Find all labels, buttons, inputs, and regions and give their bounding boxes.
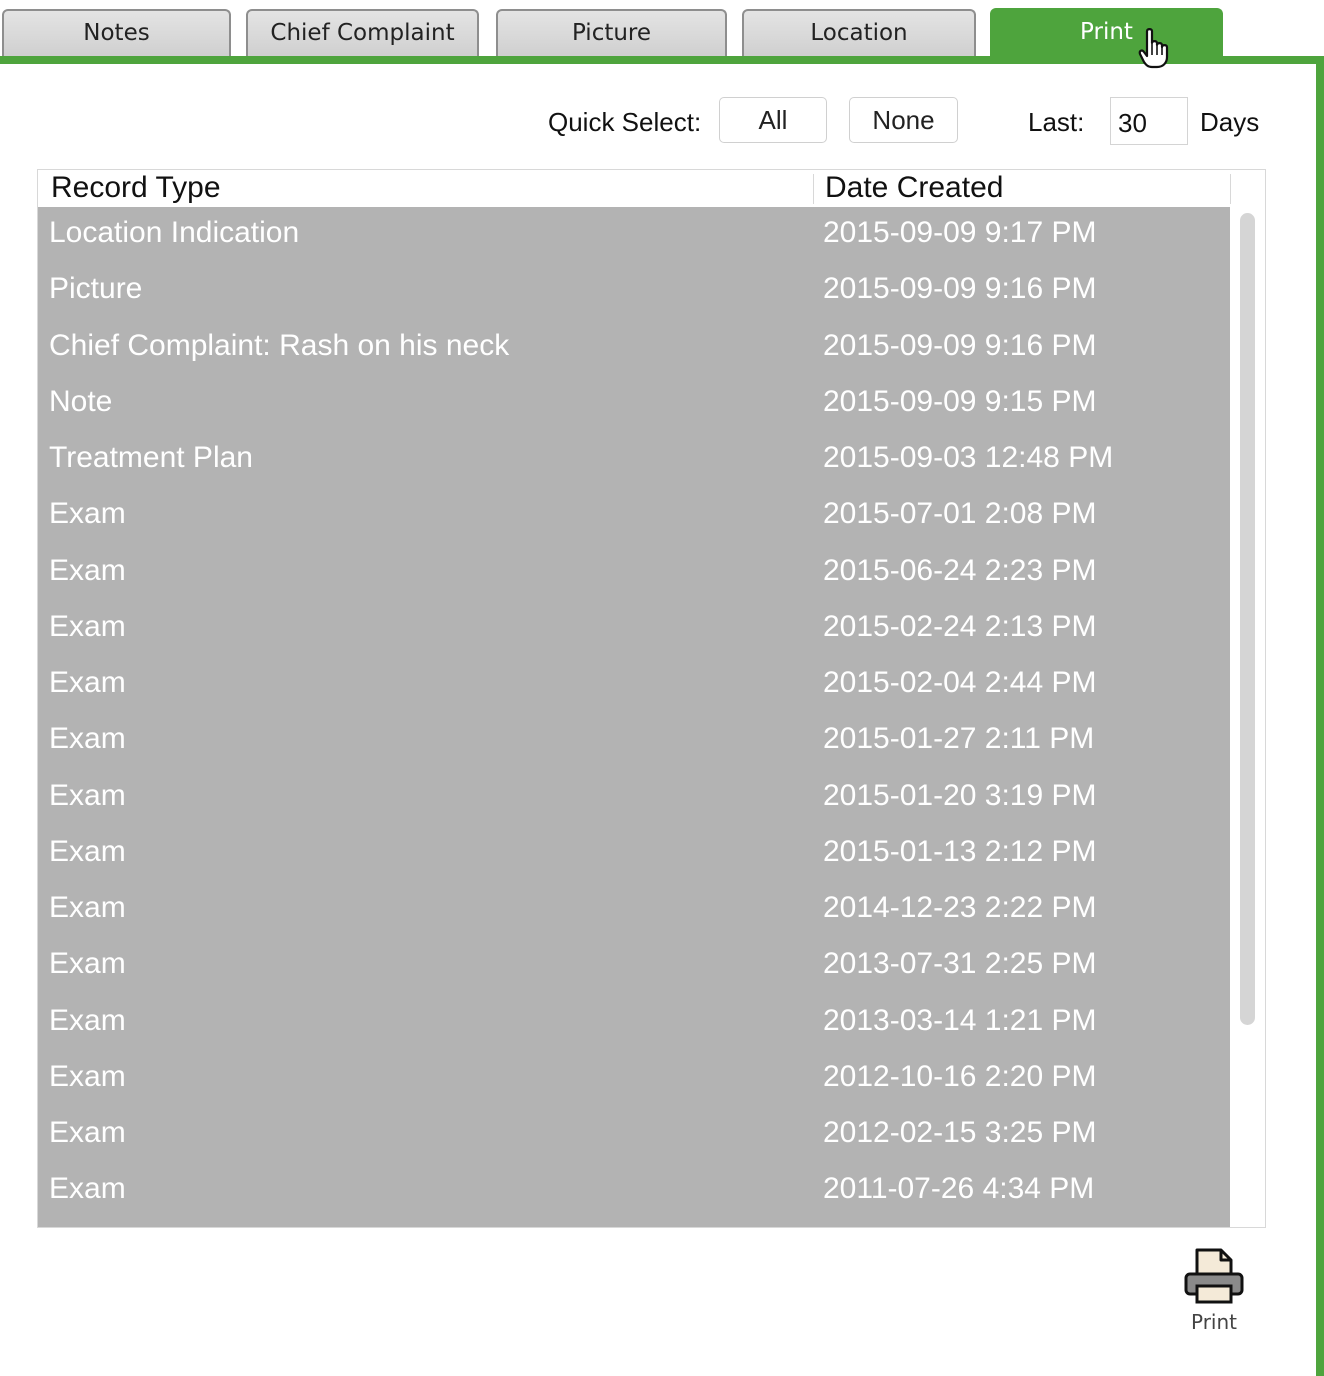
record-type-cell: Picture [49,272,143,306]
record-type-cell: Exam [49,1059,126,1093]
record-type-cell: Exam [49,553,126,587]
date-created-cell: 2015-07-01 2:08 PM [823,497,1097,531]
date-created-cell: 2015-01-27 2:11 PM [823,722,1095,756]
record-type-cell: Exam [49,666,126,699]
date-created-cell: 2012-02-15 3:25 PM [823,1116,1097,1149]
date-created-cell: 2014-12-23 2:22 PM [823,891,1097,924]
last-label: Last: [1028,107,1085,137]
date-created-cell: 2015-09-09 9:15 PM [823,384,1097,418]
hand-cursor-icon [1138,28,1169,69]
scrollbar-thumb[interactable] [1240,213,1255,1025]
column-divider [1230,174,1231,204]
date-created-cell: 2015-09-09 9:17 PM [823,216,1097,249]
column-header-date-created[interactable]: Date Created [825,171,1003,205]
date-created-cell: 2013-03-14 1:21 PM [823,1003,1097,1037]
tab-notes[interactable]: Notes [2,9,231,57]
record-type-cell: Exam [49,947,126,981]
record-type-cell: Location Indication [49,216,300,249]
table-row[interactable]: Exam 2015-02-04 2:44 PM [38,657,1230,713]
record-type-cell: Exam [49,609,126,643]
table-row[interactable]: Exam 2013-07-31 2:25 PM [38,938,1230,994]
table-row[interactable]: Chief Complaint: Rash on his neck 2015-09… [38,320,1230,376]
date-created-cell: 2015-01-13 2:12 PM [823,834,1097,868]
record-type-cell: Exam [49,497,126,531]
table-header: Record Type Date Created [38,170,1265,207]
date-created-cell: 2013-07-31 2:25 PM [823,947,1097,981]
quick-select-label: Quick Select: [548,107,702,137]
table-row[interactable]: Note 2015-09-09 9:15 PM [38,376,1230,432]
table-row[interactable]: Exam 2013-03-14 1:21 PM [38,995,1230,1051]
tab-chief-complaint[interactable]: Chief Complaint [246,9,479,57]
record-type-cell: Exam [49,722,126,756]
table-row[interactable]: Exam 2015-06-24 2:23 PM [38,545,1230,601]
table-row[interactable]: Exam 2015-01-13 2:12 PM [38,826,1230,882]
date-created-cell: 2015-09-09 9:16 PM [823,272,1097,306]
record-type-cell: Exam [49,1172,126,1206]
date-created-cell: 2015-02-04 2:44 PM [823,666,1097,699]
printer-icon [1184,1248,1244,1304]
record-type-cell: Chief Complaint: Rash on his neck [49,328,510,362]
table-row[interactable]: Treatment Plan 2015-09-03 12:48 PM [38,432,1230,488]
tab-print[interactable]: Print [990,8,1223,60]
date-created-cell: 2011-07-26 4:34 PM [823,1172,1095,1206]
record-type-cell: Exam [49,1003,126,1037]
table-row[interactable]: Exam 2011-07-26 4:34 PM [38,1163,1230,1219]
tab-picture[interactable]: Picture [496,9,727,57]
record-type-cell: Treatment Plan [49,441,253,474]
days-unit-label: Days [1200,107,1260,137]
date-created-cell: 2015-09-09 9:16 PM [823,328,1097,362]
date-created-cell: 2015-09-03 12:48 PM [823,441,1114,474]
date-created-cell: 2012-10-16 2:20 PM [823,1059,1097,1093]
record-type-cell: Exam [49,834,126,868]
table-body: Location Indication 2015-09-09 9:17 PM Pic… [38,207,1230,1227]
table-row[interactable]: Exam 2015-01-27 2:11 PM [38,713,1230,769]
column-header-record-type[interactable]: Record Type [51,171,221,205]
select-none-button[interactable]: None [849,97,958,143]
tab-location[interactable]: Location [742,9,976,57]
table-row[interactable]: Picture 2015-09-09 9:16 PM [38,263,1230,319]
table-row[interactable]: Exam 2015-02-24 2:13 PM [38,601,1230,657]
record-type-cell: Exam [49,778,126,812]
date-created-cell: 2015-02-24 2:13 PM [823,609,1097,643]
record-type-cell: Note [49,384,113,418]
date-created-cell: 2015-06-24 2:23 PM [823,553,1097,587]
date-created-cell: 2015-01-20 3:19 PM [823,778,1097,812]
table-row[interactable]: Exam 2012-10-16 2:20 PM [38,1051,1230,1107]
tab-bar: Notes Chief Complaint Picture Location P… [0,0,1324,62]
print-button[interactable]: Print [1174,1246,1254,1342]
select-all-button[interactable]: All [719,97,827,143]
column-divider [813,174,814,204]
table-row[interactable]: Exam 2015-07-01 2:08 PM [38,488,1230,544]
print-button-label: Print [1190,1310,1237,1334]
table-row[interactable]: Location Indication 2015-09-09 9:17 PM [38,207,1230,263]
days-input[interactable]: 30 [1110,97,1188,145]
table-row[interactable]: Exam 2014-12-23 2:22 PM [38,882,1230,938]
table-row[interactable]: Exam 2012-02-15 3:25 PM [38,1107,1230,1163]
record-type-cell: Exam [49,891,126,924]
records-table: Record Type Date Created Location Indica… [37,169,1266,1228]
table-row[interactable]: Exam 2015-01-20 3:19 PM [38,770,1230,826]
record-type-cell: Exam [49,1116,126,1149]
scrollbar[interactable] [1230,207,1265,1227]
